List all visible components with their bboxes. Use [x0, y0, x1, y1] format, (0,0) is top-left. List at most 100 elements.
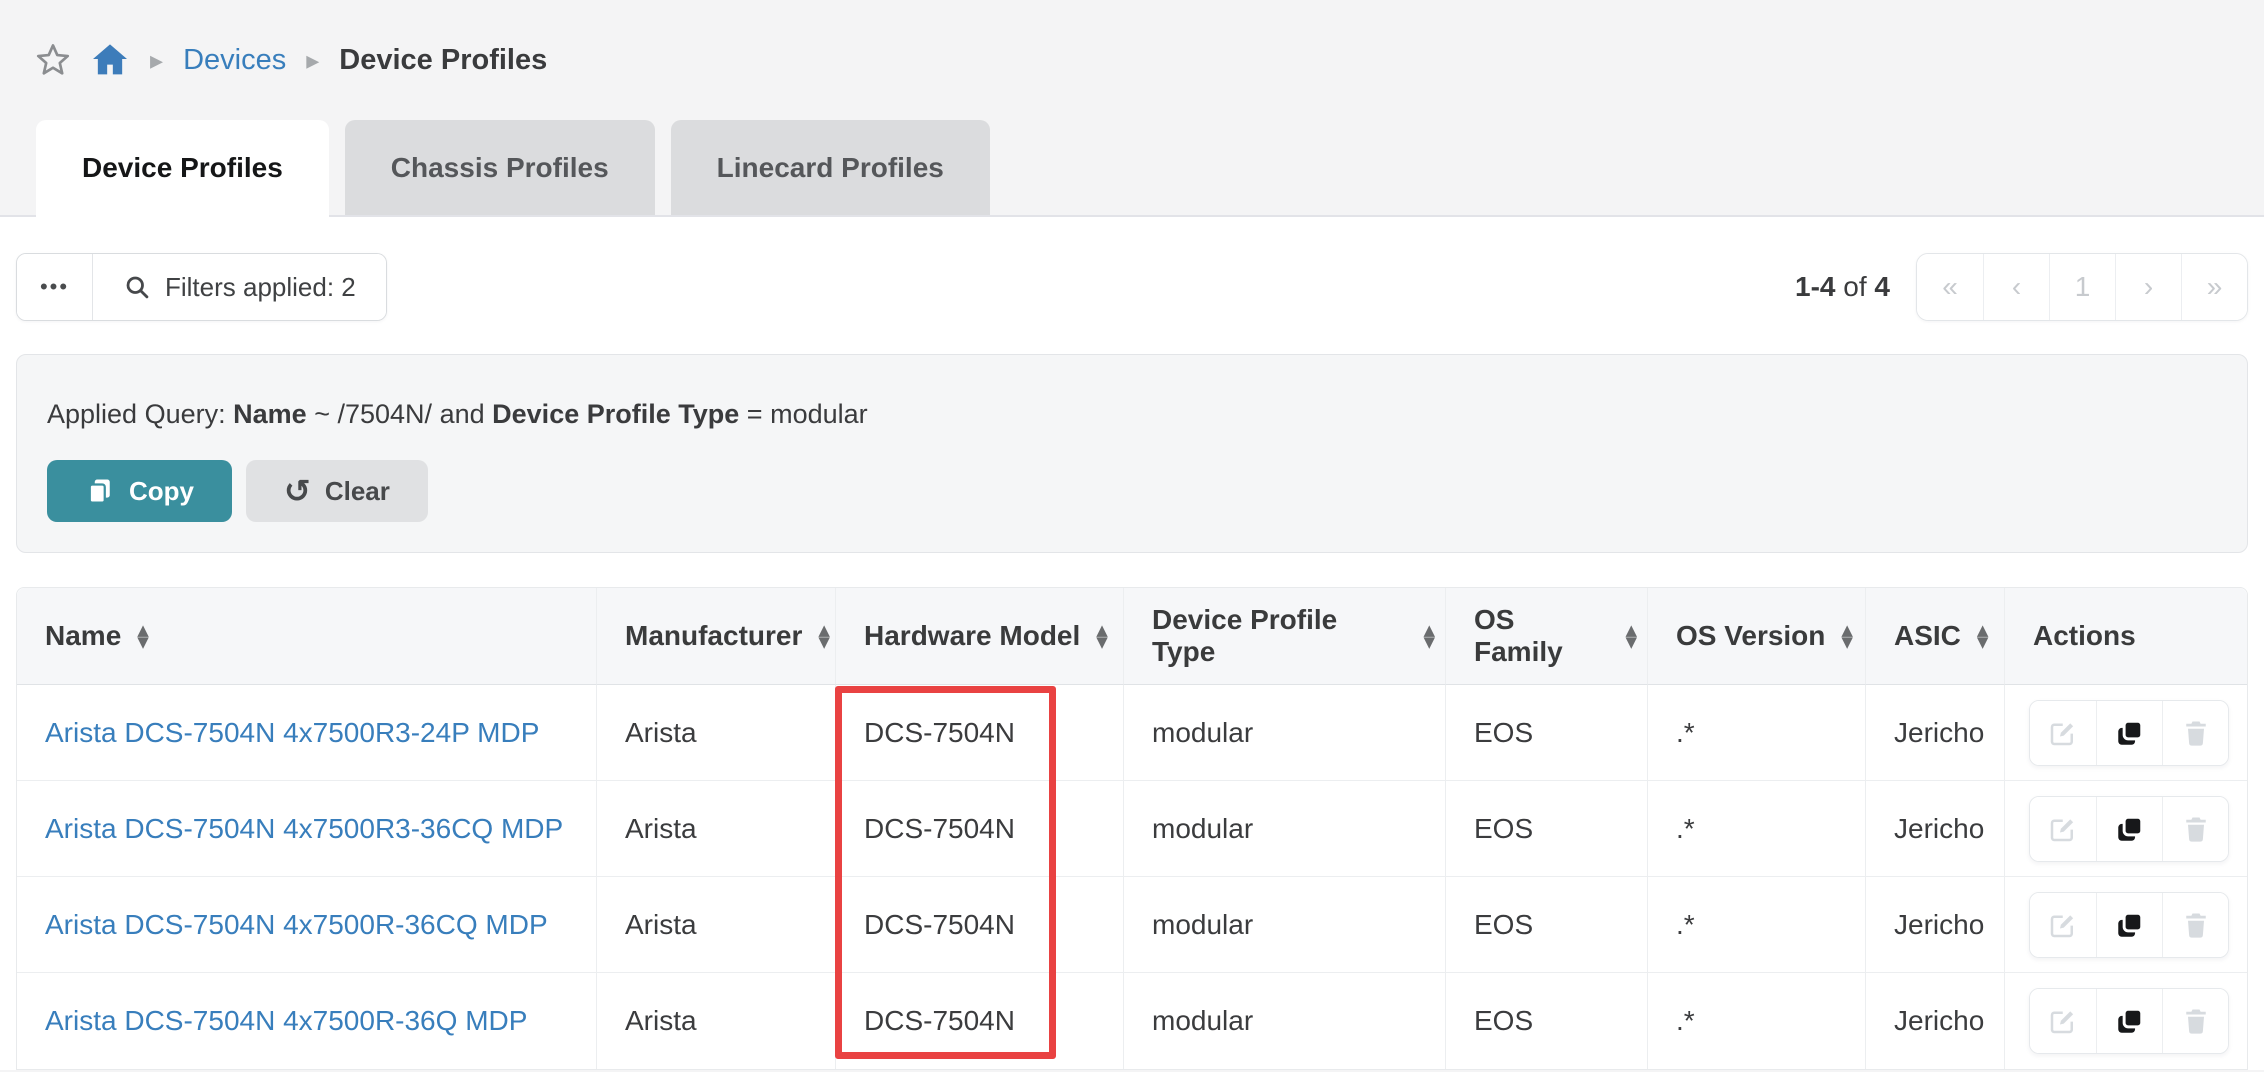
- column-label: Device Profile Type: [1152, 604, 1407, 668]
- query-conjunction: and: [440, 399, 485, 429]
- column-label: OS Family: [1474, 604, 1609, 668]
- cell-os-family: EOS: [1446, 685, 1648, 781]
- query-operator: ~: [314, 399, 330, 429]
- sort-icon: ▲▼: [1423, 624, 1435, 648]
- edit-button[interactable]: [2030, 893, 2096, 957]
- column-header-os-version[interactable]: OS Version▲▼: [1648, 588, 1866, 685]
- cell-device-profile-type: modular: [1124, 973, 1446, 1069]
- table-row: Arista DCS-7504N 4x7500R-36CQ MDP Arista…: [17, 877, 2247, 973]
- device-profile-link[interactable]: Arista DCS-7504N 4x7500R3-36CQ MDP: [45, 813, 563, 844]
- cell-hardware-model: DCS-7504N: [836, 781, 1124, 877]
- tab-chassis-profiles[interactable]: Chassis Profiles: [345, 120, 655, 217]
- row-action-group: [2029, 700, 2229, 766]
- cell-name: Arista DCS-7504N 4x7500R-36CQ MDP: [17, 877, 597, 973]
- more-options-button[interactable]: •••: [17, 254, 93, 320]
- delete-button[interactable]: [2162, 893, 2228, 957]
- query-prefix: Applied Query:: [47, 399, 226, 429]
- filters-applied-label: Filters applied: 2: [165, 272, 356, 303]
- breadcrumb: ▸ Devices ▸ Device Profiles: [0, 0, 2264, 90]
- clear-button-label: Clear: [325, 476, 390, 507]
- pagination-total: 4: [1874, 271, 1890, 302]
- column-header-manufacturer[interactable]: Manufacturer▲▼: [597, 588, 836, 685]
- cell-manufacturer: Arista: [597, 685, 836, 781]
- column-label: Actions: [2033, 620, 2136, 652]
- favorite-star-icon[interactable]: [34, 41, 72, 79]
- cell-asic: Jericho: [1866, 877, 2005, 973]
- column-header-device-profile-type[interactable]: Device Profile Type ▲▼: [1124, 588, 1446, 685]
- search-icon: [123, 273, 151, 301]
- column-header-hardware-model[interactable]: Hardware Model▲▼: [836, 588, 1124, 685]
- cell-actions: [2005, 685, 2247, 781]
- row-action-group: [2029, 892, 2229, 958]
- cell-os-version: .*: [1648, 685, 1866, 781]
- edit-button[interactable]: [2030, 797, 2096, 861]
- table-row: Arista DCS-7504N 4x7500R-36Q MDP Arista …: [17, 973, 2247, 1069]
- applied-query-text: Applied Query: Name ~ /7504N/ and Device…: [47, 399, 2217, 430]
- device-profile-link[interactable]: Arista DCS-7504N 4x7500R3-24P MDP: [45, 717, 539, 748]
- pagination-range-values: 1-4: [1795, 271, 1835, 302]
- sort-icon: ▲▼: [818, 624, 830, 648]
- query-actions: Copy ↺ Clear: [47, 460, 2217, 522]
- home-icon[interactable]: [90, 40, 130, 80]
- column-label: OS Version: [1676, 620, 1825, 652]
- cell-manufacturer: Arista: [597, 877, 836, 973]
- column-label: Name: [45, 620, 121, 652]
- column-header-actions: Actions: [2005, 588, 2247, 685]
- edit-button[interactable]: [2030, 701, 2096, 765]
- filter-button-group: ••• Filters applied: 2: [16, 253, 387, 321]
- last-page-button[interactable]: »: [2181, 254, 2247, 320]
- column-label: Hardware Model: [864, 620, 1080, 652]
- sort-icon: ▲▼: [1977, 624, 1989, 648]
- query-operator: =: [747, 399, 763, 429]
- cell-actions: [2005, 973, 2247, 1069]
- toolbar: ••• Filters applied: 2 1-4 of 4 « ‹: [16, 217, 2248, 321]
- row-action-group: [2029, 796, 2229, 862]
- device-profiles-table-wrap: Name▲▼ Manufacturer▲▼ Hardware Model▲▼ D…: [16, 587, 2248, 1070]
- query-field-name: Name: [233, 399, 307, 429]
- next-page-button[interactable]: ›: [2115, 254, 2181, 320]
- table-header-row: Name▲▼ Manufacturer▲▼ Hardware Model▲▼ D…: [17, 588, 2247, 685]
- breadcrumb-link-devices[interactable]: Devices: [183, 44, 286, 77]
- cell-hardware-model: DCS-7504N: [836, 877, 1124, 973]
- applied-query-panel: Applied Query: Name ~ /7504N/ and Device…: [16, 354, 2248, 553]
- sort-icon: ▲▼: [137, 624, 149, 648]
- cell-device-profile-type: modular: [1124, 877, 1446, 973]
- column-header-name[interactable]: Name ▲▼: [17, 588, 597, 685]
- cell-name: Arista DCS-7504N 4x7500R-36Q MDP: [17, 973, 597, 1069]
- pager-button-group: « ‹ 1 › »: [1916, 253, 2248, 321]
- device-profile-link[interactable]: Arista DCS-7504N 4x7500R-36CQ MDP: [45, 909, 548, 940]
- breadcrumb-current-page: Device Profiles: [339, 44, 547, 77]
- previous-page-button[interactable]: ‹: [1983, 254, 2049, 320]
- column-header-os-family[interactable]: OS Family▲▼: [1446, 588, 1648, 685]
- copy-button[interactable]: [2096, 797, 2162, 861]
- column-header-asic[interactable]: ASIC▲▼: [1866, 588, 2005, 685]
- query-value: modular: [770, 399, 868, 429]
- tab-device-profiles[interactable]: Device Profiles: [36, 120, 329, 217]
- cell-manufacturer: Arista: [597, 781, 836, 877]
- page-number-button[interactable]: 1: [2049, 254, 2115, 320]
- copy-button[interactable]: [2096, 893, 2162, 957]
- breadcrumb-separator-icon: ▸: [148, 47, 165, 73]
- tab-linecard-profiles[interactable]: Linecard Profiles: [671, 120, 990, 217]
- first-page-button[interactable]: «: [1917, 254, 1983, 320]
- cell-device-profile-type: modular: [1124, 781, 1446, 877]
- copy-button[interactable]: [2096, 989, 2162, 1053]
- query-field-type: Device Profile Type: [492, 399, 739, 429]
- clear-query-button[interactable]: ↺ Clear: [246, 460, 428, 522]
- copy-icon: [85, 476, 115, 506]
- cell-name: Arista DCS-7504N 4x7500R3-24P MDP: [17, 685, 597, 781]
- device-profile-link[interactable]: Arista DCS-7504N 4x7500R-36Q MDP: [45, 1005, 527, 1036]
- copy-button[interactable]: [2096, 701, 2162, 765]
- pagination-of-label: of: [1843, 271, 1866, 302]
- edit-button[interactable]: [2030, 989, 2096, 1053]
- delete-button[interactable]: [2162, 701, 2228, 765]
- row-action-group: [2029, 988, 2229, 1054]
- filters-applied-button[interactable]: Filters applied: 2: [93, 254, 386, 320]
- delete-button[interactable]: [2162, 797, 2228, 861]
- copy-query-button[interactable]: Copy: [47, 460, 232, 522]
- cell-manufacturer: Arista: [597, 973, 836, 1069]
- delete-button[interactable]: [2162, 989, 2228, 1053]
- undo-icon: ↺: [284, 475, 311, 507]
- cell-name: Arista DCS-7504N 4x7500R3-36CQ MDP: [17, 781, 597, 877]
- device-profiles-table: Name▲▼ Manufacturer▲▼ Hardware Model▲▼ D…: [16, 587, 2248, 1070]
